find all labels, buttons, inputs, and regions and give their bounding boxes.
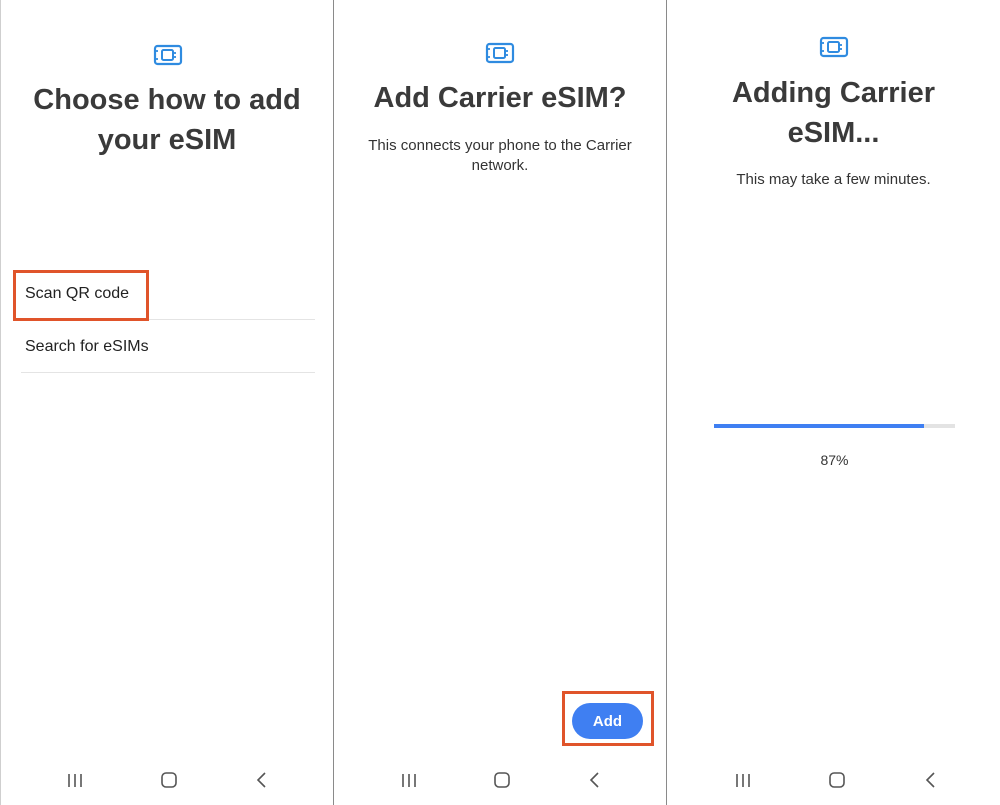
progress-bar <box>714 424 955 428</box>
back-icon[interactable] <box>920 768 942 792</box>
esim-card-icon <box>485 42 515 64</box>
screen-adding-carrier-esim: Adding Carrier eSIM... This may take a f… <box>667 0 1000 805</box>
page-title-line-2: your eSIM <box>97 124 237 156</box>
page-title: Choose how to add your eSIM <box>1 80 333 160</box>
screen-choose-method: Choose how to add your eSIM Scan QR code… <box>0 0 333 805</box>
recent-apps-icon[interactable] <box>64 768 86 792</box>
navigation-bar <box>0 768 333 792</box>
home-icon[interactable] <box>826 768 848 792</box>
home-icon[interactable] <box>491 768 513 792</box>
navigation-bar <box>667 768 1000 792</box>
recent-apps-icon[interactable] <box>398 768 420 792</box>
progress-percent: 87% <box>820 452 849 468</box>
page-title-line-2: eSIM... <box>787 117 880 149</box>
page-title-line-1: Choose how to add <box>33 84 301 116</box>
page-title-line-1: Adding Carrier <box>731 77 936 109</box>
home-icon[interactable] <box>158 768 180 792</box>
page-title: Add Carrier eSIM? <box>373 82 627 114</box>
progress-bar-fill <box>714 424 924 428</box>
esim-card-icon <box>819 36 849 58</box>
page-title: Adding Carrier eSIM... <box>667 73 1000 153</box>
back-icon[interactable] <box>584 768 606 792</box>
screen-add-carrier-esim: Add Carrier eSIM? This connects your pho… <box>334 0 666 805</box>
page-subtitle: This connects your phone to the Carrier … <box>368 137 632 174</box>
page-subtitle: This may take a few minutes. <box>736 171 931 188</box>
back-icon[interactable] <box>251 768 273 792</box>
navigation-bar <box>334 768 666 792</box>
option-scan-qr-code[interactable]: Scan QR code <box>21 267 315 320</box>
recent-apps-icon[interactable] <box>732 768 754 792</box>
option-search-for-esims[interactable]: Search for eSIMs <box>21 320 315 373</box>
esim-card-icon <box>153 44 183 66</box>
add-button[interactable]: Add <box>572 703 643 739</box>
